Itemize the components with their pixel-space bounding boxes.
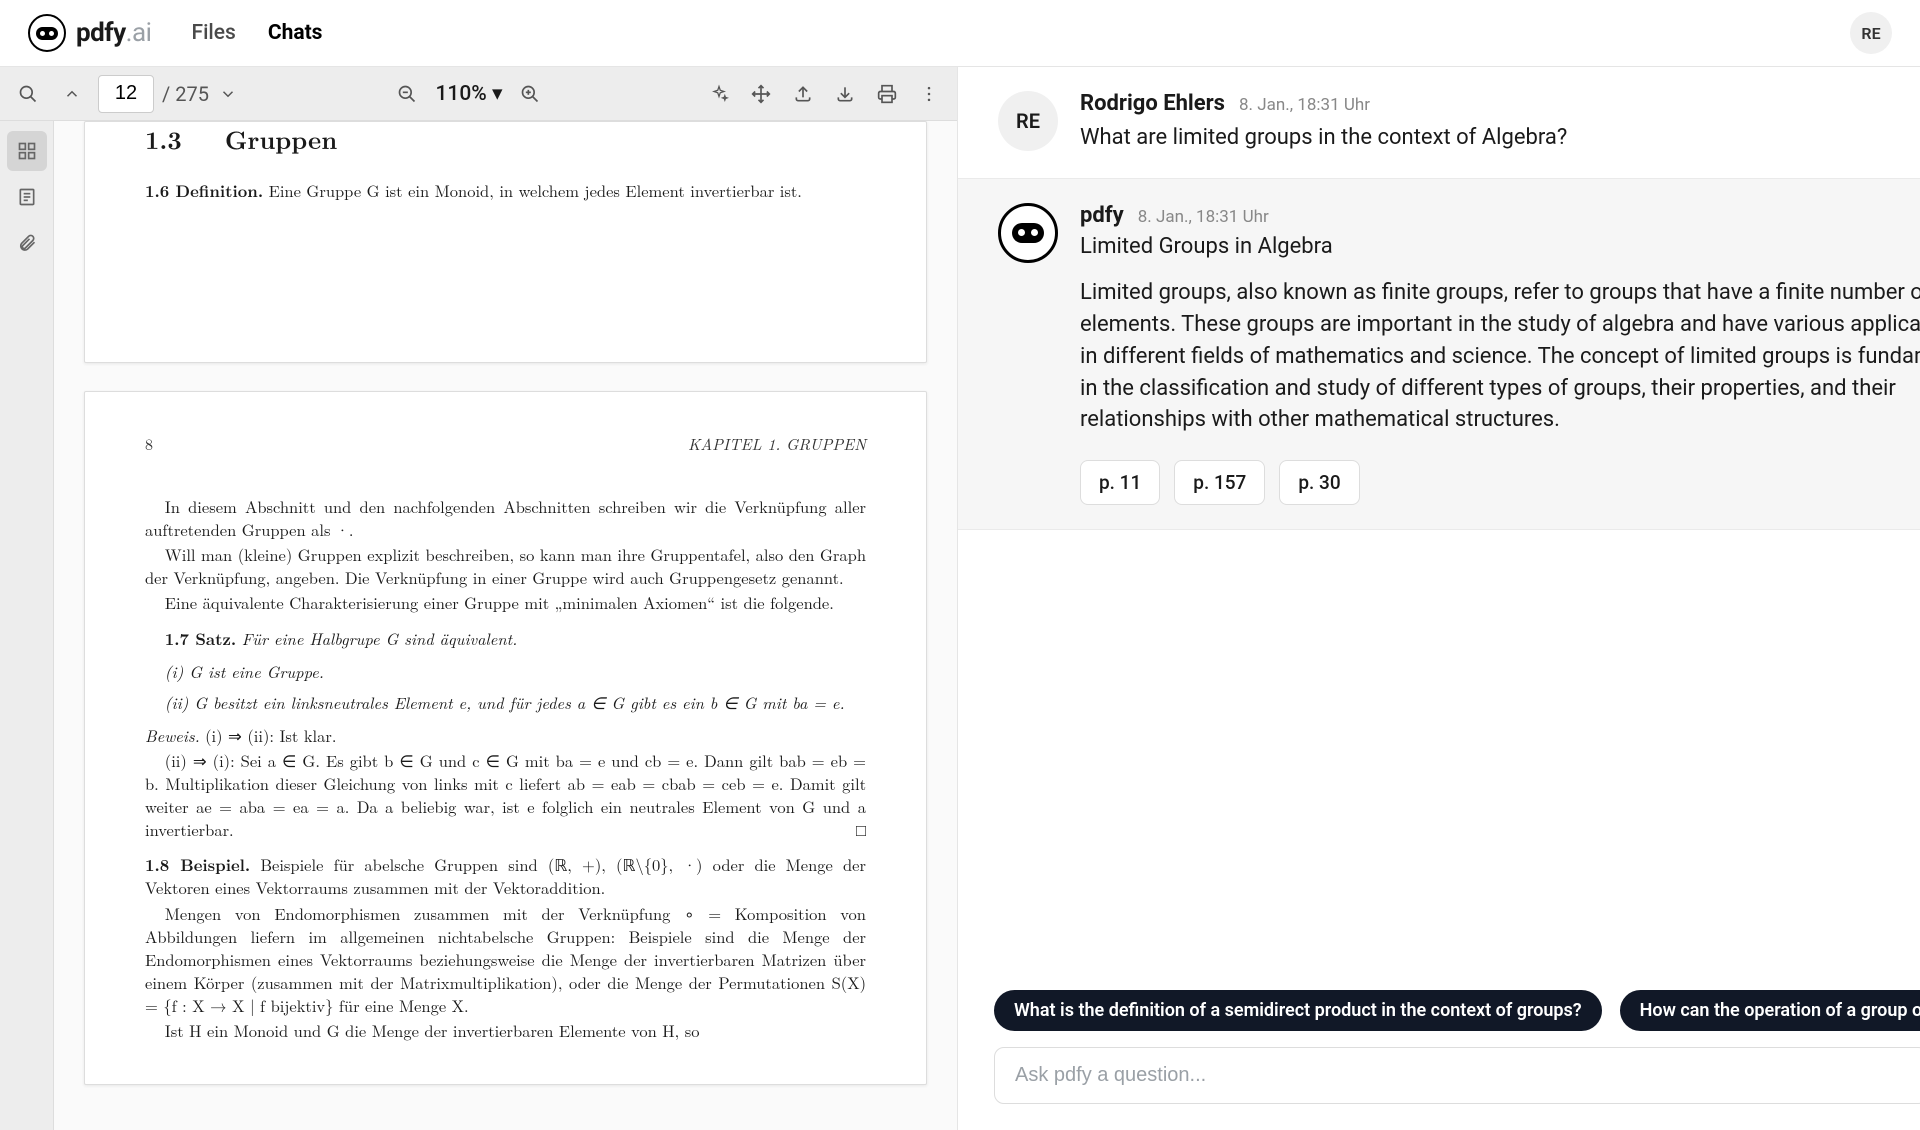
nav-chats[interactable]: Chats	[268, 21, 323, 45]
logo-suffix: .ai	[126, 18, 152, 48]
example-body: Beispiele für abelsche Gruppen sind (ℝ, …	[145, 852, 866, 899]
page-number-label: 8	[145, 432, 153, 455]
chapter-label: KAPITEL 1. GRUPPEN	[688, 432, 866, 455]
user-avatar-small: RE	[998, 91, 1058, 151]
logo-icon	[28, 14, 66, 52]
proof-line: (i) ⇒ (ii): Ist klar.	[205, 723, 336, 747]
logo-text: pdfy	[76, 18, 126, 48]
download-icon[interactable]	[827, 76, 863, 112]
theorem-head: 1.7 Satz.	[165, 626, 236, 650]
page-reference[interactable]: p. 30	[1279, 460, 1359, 505]
message-text: What are limited groups in the context o…	[1080, 122, 1920, 154]
example-body: Mengen von Endomorphismen zusammen mit d…	[145, 902, 866, 1017]
message-author: Rodrigo Ehlers	[1080, 91, 1225, 116]
header: pdfy.ai Files Chats RE	[0, 0, 1920, 67]
chevron-down-icon[interactable]	[219, 85, 237, 103]
zoom-level[interactable]: 110% ▾	[435, 81, 502, 106]
page-number-input[interactable]	[98, 75, 154, 113]
page-reference[interactable]: p. 11	[1080, 460, 1160, 505]
chat-input[interactable]	[994, 1047, 1920, 1104]
list-item: (i) G ist eine Gruppe.	[165, 660, 866, 683]
nav-files[interactable]: Files	[192, 21, 236, 45]
zoom-out-icon[interactable]	[389, 76, 425, 112]
example-head: 1.8 Beispiel.	[145, 852, 250, 876]
outline-icon[interactable]	[7, 177, 47, 217]
pdf-toolbar: / 275 110% ▾	[0, 67, 957, 121]
qed-icon: □	[836, 818, 866, 841]
search-icon[interactable]	[10, 76, 46, 112]
page-reference[interactable]: p. 157	[1174, 460, 1265, 505]
paragraph: Eine äquivalente Charakterisierung einer…	[145, 591, 866, 614]
suggestion-chip[interactable]: How can the operation of a group on a se…	[1620, 990, 1920, 1031]
theorem-body: Für eine Halbgrupe G sind äquivalent.	[242, 626, 517, 650]
message-text: Limited groups, also known as finite gro…	[1080, 277, 1920, 436]
example-body: Ist H ein Monoid und G die Menge der inv…	[145, 1019, 866, 1042]
pdf-page: 8 KAPITEL 1. GRUPPEN In diesem Abschnitt…	[84, 391, 927, 1085]
pdf-pane: / 275 110% ▾	[0, 67, 958, 1130]
suggestion-chip[interactable]: What is the definition of a semidirect p…	[994, 990, 1602, 1031]
pdf-page: 1.3 Gruppen 1.6 Definition. Eine Gruppe …	[84, 121, 927, 363]
chat-message-user: RE Rodrigo Ehlers 8. Jan., 18:31 Uhr Wha…	[958, 67, 1920, 178]
more-vertical-icon[interactable]	[911, 76, 947, 112]
print-icon[interactable]	[869, 76, 905, 112]
page-total-label: / 275	[162, 82, 209, 106]
section-number: 1.3	[145, 122, 182, 157]
zoom-in-icon[interactable]	[512, 76, 548, 112]
move-icon[interactable]	[743, 76, 779, 112]
message-author: pdfy	[1080, 203, 1124, 228]
definition-head: 1.6 Definition.	[145, 178, 263, 202]
sparkle-icon[interactable]	[701, 76, 737, 112]
pdf-side-icons	[0, 121, 54, 1130]
message-time: 8. Jan., 18:31 Uhr	[1138, 207, 1269, 227]
definition-body: Eine Gruppe G ist ein Monoid, in welchem…	[269, 178, 802, 202]
message-subtitle: Limited Groups in Algebra	[1080, 234, 1920, 259]
proof-head: Beweis.	[145, 723, 200, 747]
proof-line: (ii) ⇒ (i): Sei a ∈ G. Es gibt b ∈ G und…	[145, 749, 866, 841]
chat-input-area: What is the definition of a semidirect p…	[958, 974, 1920, 1130]
list-item: (ii) G besitzt ein linksneutrales Elemen…	[165, 691, 866, 714]
paragraph: Will man (kleine) Gruppen explizit besch…	[145, 543, 866, 589]
chevron-up-icon[interactable]	[54, 76, 90, 112]
section-title: Gruppen	[225, 122, 337, 157]
attachments-icon[interactable]	[7, 223, 47, 263]
chat-message-bot: pdfy 8. Jan., 18:31 Uhr Limited Groups i…	[958, 178, 1920, 530]
user-avatar[interactable]: RE	[1850, 12, 1892, 54]
chat-pane: RE Rodrigo Ehlers 8. Jan., 18:31 Uhr Wha…	[958, 67, 1920, 1130]
document-area[interactable]: 1.3 Gruppen 1.6 Definition. Eine Gruppe …	[54, 121, 957, 1130]
thumbnails-icon[interactable]	[7, 131, 47, 171]
logo[interactable]: pdfy.ai	[28, 14, 152, 52]
message-time: 8. Jan., 18:31 Uhr	[1239, 95, 1370, 115]
bot-avatar-icon	[998, 203, 1058, 263]
paragraph: In diesem Abschnitt und den nachfolgende…	[145, 495, 866, 541]
upload-icon[interactable]	[785, 76, 821, 112]
